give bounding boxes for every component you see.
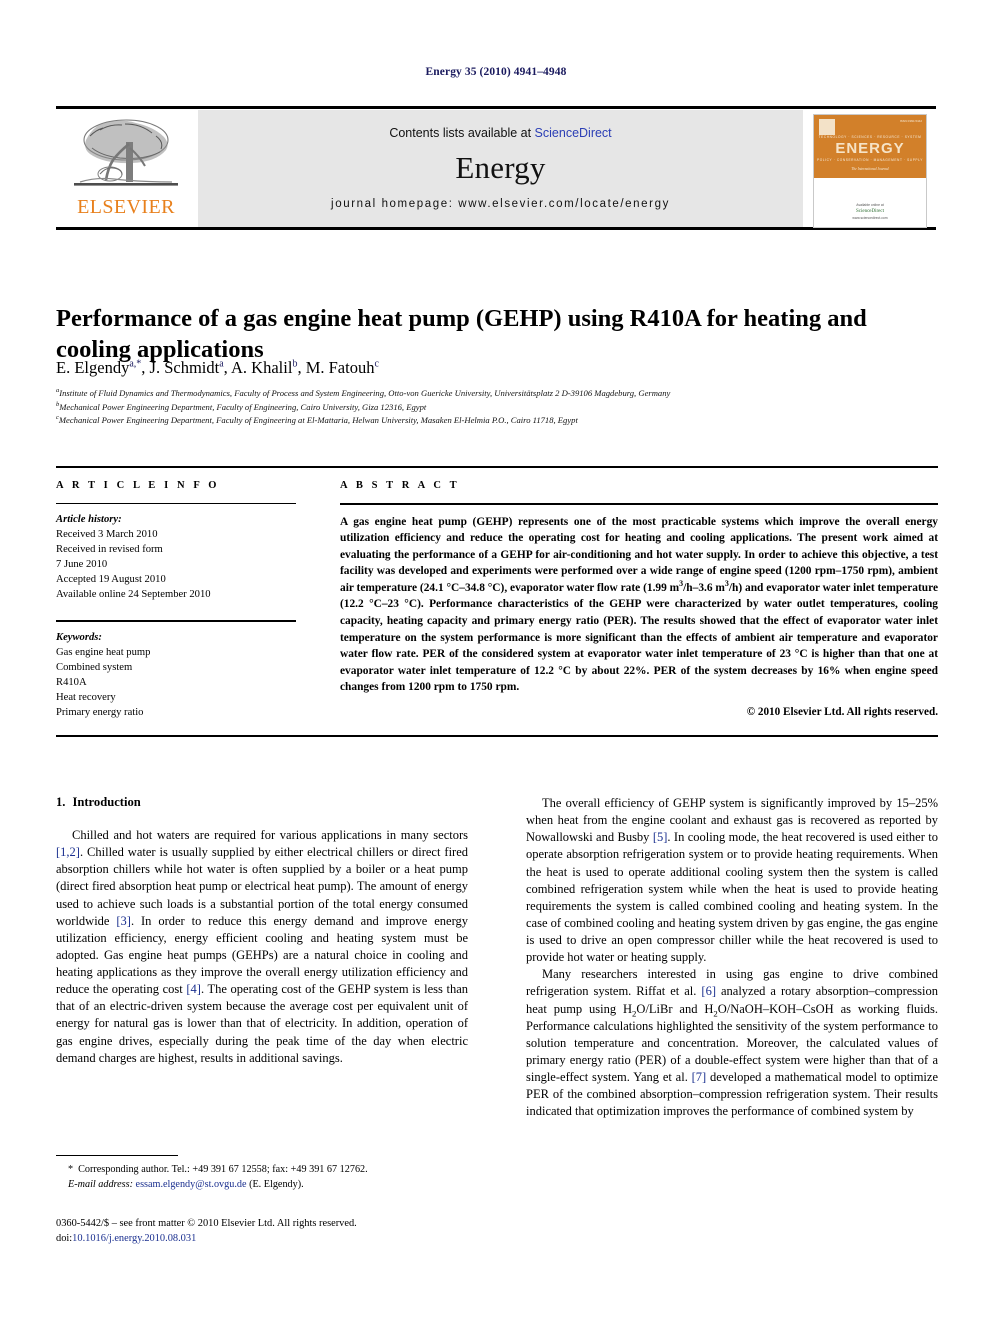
author-name: J. Schmidt bbox=[149, 358, 220, 377]
cover-topics-bottom: POLICY · CONSERVATION · MANAGEMENT · SUP… bbox=[816, 158, 924, 162]
journal-masthead: Contents lists available at ScienceDirec… bbox=[56, 106, 936, 230]
doi-line: doi:10.1016/j.energy.2010.08.031 bbox=[56, 1231, 486, 1246]
section-heading-introduction: 1. Introduction bbox=[56, 795, 468, 810]
keyword-item: R410A bbox=[56, 676, 87, 688]
email-address-label: E-mail address: bbox=[68, 1178, 133, 1190]
keyword-item: Heat recovery bbox=[56, 691, 116, 703]
masthead-top-rule bbox=[56, 106, 936, 109]
doi-label: doi: bbox=[56, 1233, 73, 1245]
footnote-corresponding-text: Corresponding author. Tel.: +49 391 67 1… bbox=[78, 1164, 368, 1175]
abstract-text: A gas engine heat pump (GEHP) represents… bbox=[340, 515, 938, 694]
citation-link[interactable]: [4] bbox=[186, 982, 201, 996]
abstract-heading: A B S T R A C T bbox=[340, 480, 460, 491]
keyword-item: Combined system bbox=[56, 661, 133, 673]
section-title: Introduction bbox=[72, 795, 141, 809]
journal-title: Energy bbox=[455, 150, 546, 185]
affiliation-text: Institute of Fluid Dynamics and Thermody… bbox=[59, 388, 671, 398]
cover-orange-block: ISSN 0360-5442 TECHNOLOGY · SCIENCES · R… bbox=[814, 115, 926, 178]
cover-publisher-mark bbox=[819, 119, 835, 135]
article-info-rule bbox=[56, 503, 296, 505]
elsevier-tree-icon bbox=[74, 119, 178, 186]
paragraph: Chilled and hot waters are required for … bbox=[56, 828, 468, 1065]
cover-title: ENERGY bbox=[835, 140, 905, 157]
footnote-line-email: E-mail address: essam.elgendy@st.ovgu.de… bbox=[56, 1178, 468, 1193]
history-item: Accepted 19 August 2010 bbox=[56, 574, 166, 586]
keywords-block: Keywords: Gas engine heat pump Combined … bbox=[56, 630, 296, 720]
author-name: E. Elgendy bbox=[56, 358, 130, 377]
front-matter-line: 0360-5442/$ – see front matter © 2010 El… bbox=[56, 1218, 357, 1229]
author-marks: c bbox=[374, 358, 379, 370]
masthead-bottom-rule bbox=[56, 227, 936, 230]
email-owner-label: (E. Elgendy). bbox=[249, 1178, 304, 1190]
author-marks: a,* bbox=[129, 358, 142, 370]
journal-cover-thumbnail: ISSN 0360-5442 TECHNOLOGY · SCIENCES · R… bbox=[813, 114, 927, 228]
paper-page: Energy 35 (2010) 4941–4948 Contents list… bbox=[0, 0, 992, 1323]
panel-top-rule bbox=[56, 466, 938, 468]
citation-link[interactable]: [3] bbox=[116, 914, 131, 928]
page-title: Performance of a gas engine heat pump (G… bbox=[56, 305, 867, 364]
author-name: A. Khalil bbox=[231, 358, 293, 377]
email-link[interactable]: essam.elgendy@st.ovgu.de bbox=[136, 1179, 247, 1190]
article-history-block: Article history: Received 3 March 2010 R… bbox=[56, 512, 296, 602]
info-abstract-panel: A R T I C L E I N F O Article history: R… bbox=[56, 466, 938, 737]
citation-link[interactable]: [1,2] bbox=[56, 845, 80, 859]
abstract-column: A B S T R A C T A gas engine heat pump (… bbox=[340, 480, 938, 718]
cover-sciencedirect-name: ScienceDirect bbox=[855, 209, 885, 215]
cover-sciencedirect-url: www.sciencedirect.com bbox=[852, 215, 888, 220]
author-marks: b bbox=[292, 358, 298, 370]
elsevier-logo: ELSEVIER bbox=[62, 114, 190, 226]
history-item: Available online 24 September 2010 bbox=[56, 589, 211, 601]
cover-sciencedirect-block: Available online at ScienceDirect www.sc… bbox=[814, 203, 926, 221]
article-info-column: A R T I C L E I N F O Article history: R… bbox=[56, 480, 296, 720]
sciencedirect-link[interactable]: ScienceDirect bbox=[535, 126, 612, 140]
footnote-star-mark: * bbox=[68, 1164, 74, 1175]
elsevier-wordmark: ELSEVIER bbox=[77, 196, 175, 218]
panel-bottom-rule bbox=[56, 735, 938, 737]
keywords-label: Keywords: bbox=[56, 631, 102, 643]
corresponding-author-footnote: * Corresponding author. Tel.: +49 391 67 … bbox=[56, 1163, 468, 1192]
history-item: 7 June 2010 bbox=[56, 559, 108, 571]
keyword-item: Gas engine heat pump bbox=[56, 646, 151, 658]
author-list: E. Elgendya,*, J. Schmidta, A. Khalilb, … bbox=[56, 358, 379, 377]
author-marks: a bbox=[219, 358, 224, 370]
masthead-band: Contents lists available at ScienceDirec… bbox=[198, 110, 803, 227]
running-head: Energy 35 (2010) 4941–4948 bbox=[425, 66, 567, 78]
abstract-rule bbox=[340, 503, 938, 505]
journal-homepage-link[interactable]: journal homepage: www.elsevier.com/locat… bbox=[198, 198, 803, 210]
cover-issn-label: ISSN 0360-5442 bbox=[899, 119, 922, 123]
article-history-label: Article history: bbox=[56, 514, 122, 526]
doi-link[interactable]: 10.1016/j.energy.2010.08.031 bbox=[72, 1233, 196, 1244]
footnote-line-tel: * Corresponding author. Tel.: +49 391 67 … bbox=[56, 1163, 468, 1178]
paragraph: Many researchers interested in using gas… bbox=[526, 967, 938, 1119]
affiliation-text: Mechanical Power Engineering Department,… bbox=[58, 415, 578, 426]
body-column-left: 1. Introduction Chilled and hot waters ar… bbox=[56, 795, 468, 1067]
affiliation-item: cMechanical Power Engineering Department… bbox=[56, 414, 938, 428]
keywords-rule bbox=[56, 620, 296, 622]
citation-link[interactable]: [6] bbox=[701, 984, 716, 998]
section-number: 1. bbox=[56, 795, 66, 809]
imprint-block: 0360-5442/$ – see front matter © 2010 El… bbox=[56, 1216, 486, 1246]
cover-topics-top: TECHNOLOGY · SCIENCES · RESOURCE · SYSTE… bbox=[818, 135, 922, 139]
affiliation-list: aInstitute of Fluid Dynamics and Thermod… bbox=[56, 387, 938, 428]
history-item: Received in revised form bbox=[56, 544, 163, 556]
affiliation-text: Mechanical Power Engineering Department,… bbox=[59, 401, 427, 412]
citation-link[interactable]: [7] bbox=[692, 1070, 707, 1084]
contents-prefix-label: Contents lists available at bbox=[389, 126, 535, 140]
keyword-item: Primary energy ratio bbox=[56, 706, 144, 718]
contents-list-line: Contents lists available at ScienceDirec… bbox=[198, 126, 803, 140]
cover-subtitle: The International Journal bbox=[851, 167, 889, 171]
affiliation-item: bMechanical Power Engineering Department… bbox=[56, 401, 938, 415]
history-item: Received 3 March 2010 bbox=[56, 529, 158, 541]
abstract-copyright: © 2010 Elsevier Ltd. All rights reserved… bbox=[746, 705, 938, 718]
footnote-separator-rule bbox=[56, 1155, 178, 1157]
paragraph: The overall efficiency of GEHP system is… bbox=[526, 796, 938, 965]
citation-link[interactable]: [5] bbox=[653, 830, 668, 844]
article-info-heading: A R T I C L E I N F O bbox=[56, 480, 220, 491]
author-name: M. Fatouh bbox=[305, 358, 375, 377]
body-column-right: The overall efficiency of GEHP system is… bbox=[526, 795, 938, 1120]
affiliation-item: aInstitute of Fluid Dynamics and Thermod… bbox=[56, 387, 938, 401]
